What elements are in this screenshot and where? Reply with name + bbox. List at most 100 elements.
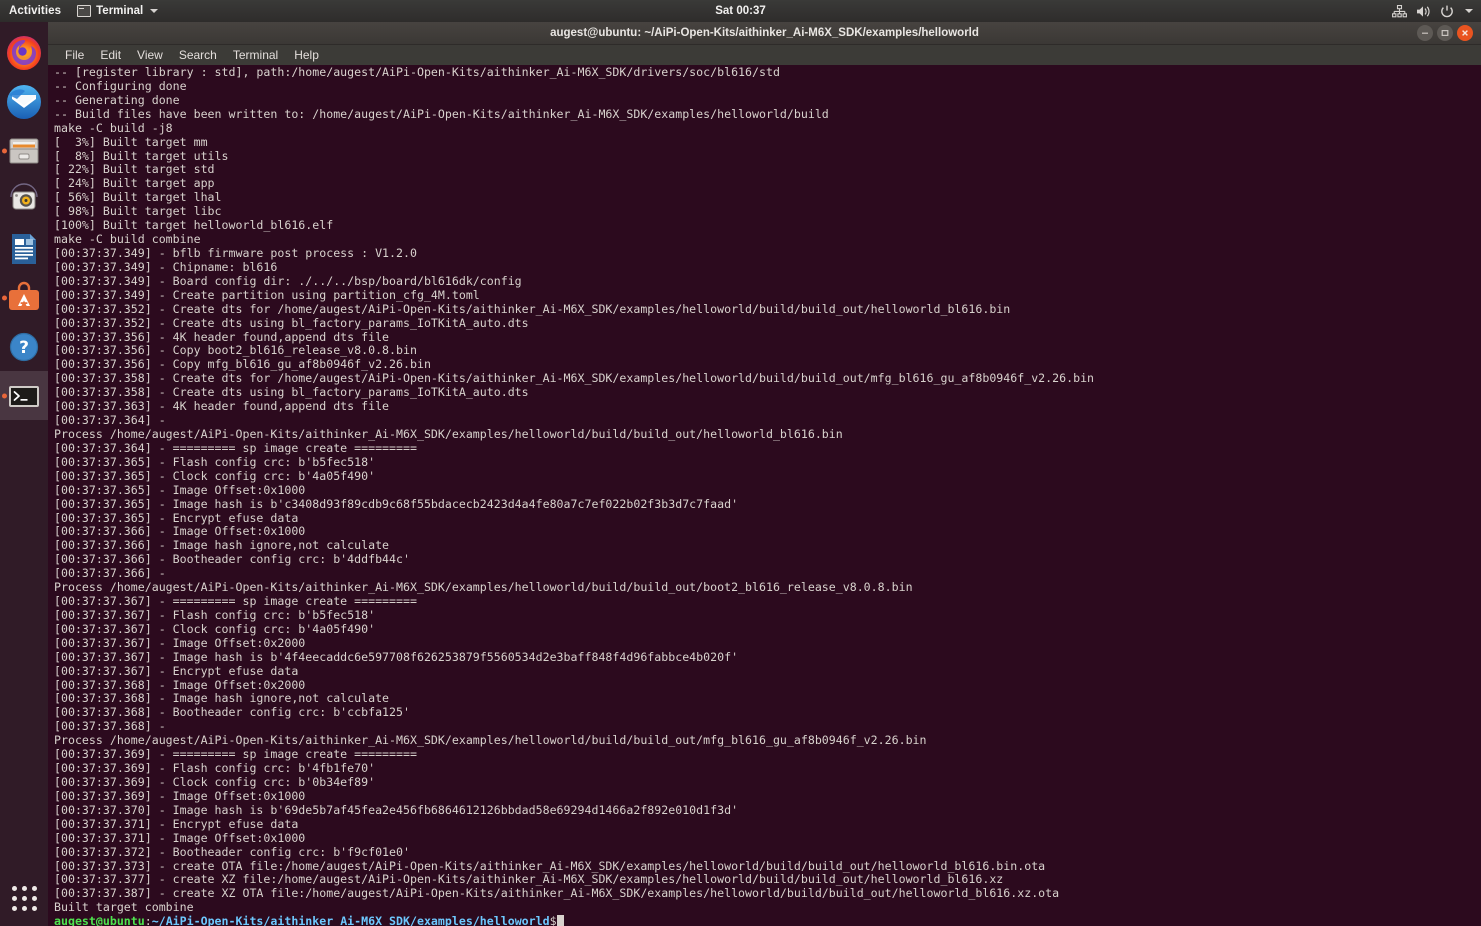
terminal-line: [00:37:37.366] -: [54, 566, 173, 581]
terminal-app-icon: [77, 5, 92, 17]
gnome-top-bar: Activities Terminal Sat 00:37: [0, 0, 1481, 22]
dock-item-libreoffice-writer[interactable]: [0, 224, 48, 273]
network-icon: [1392, 4, 1407, 18]
terminal-window: augest@ubuntu: ~/AiPi-Open-Kits/aithinke…: [48, 22, 1481, 926]
terminal-line: [00:37:37.377] - create XZ file:/home/au…: [54, 872, 1004, 887]
menu-item-terminal[interactable]: Terminal: [225, 45, 286, 65]
libreoffice-writer-icon: [5, 230, 43, 268]
terminal-line: [00:37:37.368] - Image Offset:0x2000: [54, 677, 306, 692]
terminal-line: [00:37:37.365] - Encrypt efuse data: [54, 510, 299, 525]
rhythmbox-icon: [5, 181, 43, 219]
svg-text:?: ?: [19, 338, 29, 358]
terminal-line: [00:37:37.349] - Chipname: bl616: [54, 259, 278, 274]
help-icon: ?: [5, 328, 43, 366]
window-controls: [1417, 22, 1473, 44]
ubuntu-dock: ?: [0, 22, 48, 926]
dock-item-help[interactable]: ?: [0, 322, 48, 371]
dock-item-terminal[interactable]: [0, 371, 48, 420]
terminal-line: make -C build -j8: [54, 120, 173, 135]
terminal-line: [00:37:37.358] - Create dts for /home/au…: [54, 371, 1095, 386]
menu-item-help[interactable]: Help: [286, 45, 327, 65]
terminal-line: [00:37:37.363] - 4K header found,append …: [54, 399, 390, 414]
menu-item-file[interactable]: File: [57, 45, 92, 65]
terminal-line: [00:37:37.371] - Encrypt efuse data: [54, 816, 299, 831]
maximize-button[interactable]: [1437, 25, 1453, 41]
terminal-line: [00:37:37.356] - Copy mfg_bl616_gu_af8b0…: [54, 357, 431, 372]
window-titlebar[interactable]: augest@ubuntu: ~/AiPi-Open-Kits/aithinke…: [48, 22, 1481, 45]
chevron-down-icon: [150, 9, 159, 13]
window-title: augest@ubuntu: ~/AiPi-Open-Kits/aithinke…: [550, 27, 979, 39]
terminal-line: [00:37:37.370] - Image hash is b'69de5b7…: [54, 802, 739, 817]
terminal-line: [00:37:37.366] - Bootheader config crc: …: [54, 552, 410, 567]
terminal-line: -- [register library : std], path:/home/…: [54, 65, 780, 79]
close-button[interactable]: [1457, 25, 1473, 41]
terminal-line: [00:37:37.366] - Image Offset:0x1000: [54, 524, 306, 539]
terminal-line: [00:37:37.356] - 4K header found,append …: [54, 329, 390, 344]
app-grid-icon: [11, 885, 37, 911]
terminal-line: [00:37:37.369] - ========= sp image crea…: [54, 747, 417, 762]
app-menu-label: Terminal: [96, 5, 144, 17]
terminal-output-area[interactable]: -- [register library : std], path:/home/…: [48, 65, 1481, 926]
dock-item-firefox[interactable]: [0, 28, 48, 77]
terminal-line: [00:37:37.356] - Copy boot2_bl616_releas…: [54, 343, 417, 358]
terminal-line: [00:37:37.368] - Bootheader config crc: …: [54, 705, 410, 720]
terminal-icon: [5, 377, 43, 415]
terminal-line: [ 8%] Built target utils: [54, 148, 229, 163]
dock-item-thunderbird[interactable]: [0, 77, 48, 126]
terminal-line: [00:37:37.369] - Flash config crc: b'4fb…: [54, 761, 376, 776]
dock-items: ?: [0, 28, 48, 420]
system-tray[interactable]: [1392, 0, 1473, 22]
prompt-path: ~/AiPi-Open-Kits/aithinker_Ai-M6X_SDK/ex…: [151, 914, 550, 926]
terminal-line: [00:37:37.349] - Board config dir: ./../…: [54, 273, 522, 288]
clock[interactable]: Sat 00:37: [0, 5, 1481, 17]
files-icon: [5, 132, 43, 170]
show-applications-button[interactable]: [0, 876, 48, 920]
terminal-cursor: [556, 915, 564, 926]
terminal-line: [00:37:37.367] - ========= sp image crea…: [54, 594, 417, 609]
terminal-line: [00:37:37.367] - Flash config crc: b'b5f…: [54, 607, 376, 622]
terminal-line: [ 98%] Built target libc: [54, 204, 222, 219]
menu-item-edit[interactable]: Edit: [92, 45, 129, 65]
prompt-user-host: augest@ubuntu: [54, 914, 145, 926]
terminal-line: [00:37:37.365] - Image hash is b'c3408d9…: [54, 496, 739, 511]
terminal-line: [00:37:37.349] - bflb firmware post proc…: [54, 245, 417, 260]
thunderbird-icon: [5, 83, 43, 121]
terminal-line: [00:37:37.387] - create XZ OTA file:/hom…: [54, 886, 1060, 901]
terminal-line: [00:37:37.349] - Create partition using …: [54, 287, 480, 302]
terminal-text: -- [register library : std], path:/home/…: [48, 65, 1481, 926]
terminal-line: -- Build files have been written to: /ho…: [54, 106, 829, 121]
terminal-line: make -C build combine: [54, 232, 201, 247]
terminal-line: [00:37:37.368] -: [54, 719, 173, 734]
activities-button[interactable]: Activities: [0, 5, 71, 17]
terminal-line: [00:37:37.368] - Image hash ignore,not c…: [54, 691, 390, 706]
terminal-line: [ 22%] Built target std: [54, 162, 215, 177]
desktop-root: Activities Terminal Sat 00:37 ? augest@u…: [0, 0, 1481, 926]
dock-item-files[interactable]: [0, 126, 48, 175]
terminal-line: [ 3%] Built target mm: [54, 134, 208, 149]
terminal-line: [00:37:37.365] - Clock config crc: b'4a0…: [54, 468, 376, 483]
volume-icon: [1416, 5, 1431, 18]
terminal-line: [00:37:37.352] - Create dts for /home/au…: [54, 301, 1011, 316]
terminal-line: [00:37:37.373] - create OTA file:/home/a…: [54, 858, 1046, 873]
terminal-line: [00:37:37.352] - Create dts using bl_fac…: [54, 315, 529, 330]
terminal-line: [00:37:37.367] - Image hash is b'4f4eeca…: [54, 649, 739, 664]
minimize-button[interactable]: [1417, 25, 1433, 41]
terminal-line: [00:37:37.369] - Image Offset:0x1000: [54, 788, 306, 803]
terminal-line: [ 24%] Built target app: [54, 176, 215, 191]
menu-item-view[interactable]: View: [129, 45, 171, 65]
dock-item-rhythmbox[interactable]: [0, 175, 48, 224]
menu-item-search[interactable]: Search: [171, 45, 225, 65]
terminal-line: [ 56%] Built target lhal: [54, 190, 222, 205]
app-menu-button[interactable]: Terminal: [71, 5, 164, 17]
terminal-line: -- Generating done: [54, 92, 180, 107]
terminal-line: [00:37:37.358] - Create dts using bl_fac…: [54, 385, 529, 400]
firefox-icon: [5, 34, 43, 72]
terminal-line: [00:37:37.367] - Encrypt efuse data: [54, 663, 299, 678]
terminal-line: -- Configuring done: [54, 78, 187, 93]
dock-item-ubuntu-software[interactable]: [0, 273, 48, 322]
terminal-line: [00:37:37.371] - Image Offset:0x1000: [54, 830, 306, 845]
terminal-line: [00:37:37.365] - Image Offset:0x1000: [54, 482, 306, 497]
terminal-line: Built target combine: [54, 900, 194, 915]
terminal-line: [00:37:37.372] - Bootheader config crc: …: [54, 844, 410, 859]
terminal-line: [00:37:37.367] - Clock config crc: b'4a0…: [54, 621, 376, 636]
